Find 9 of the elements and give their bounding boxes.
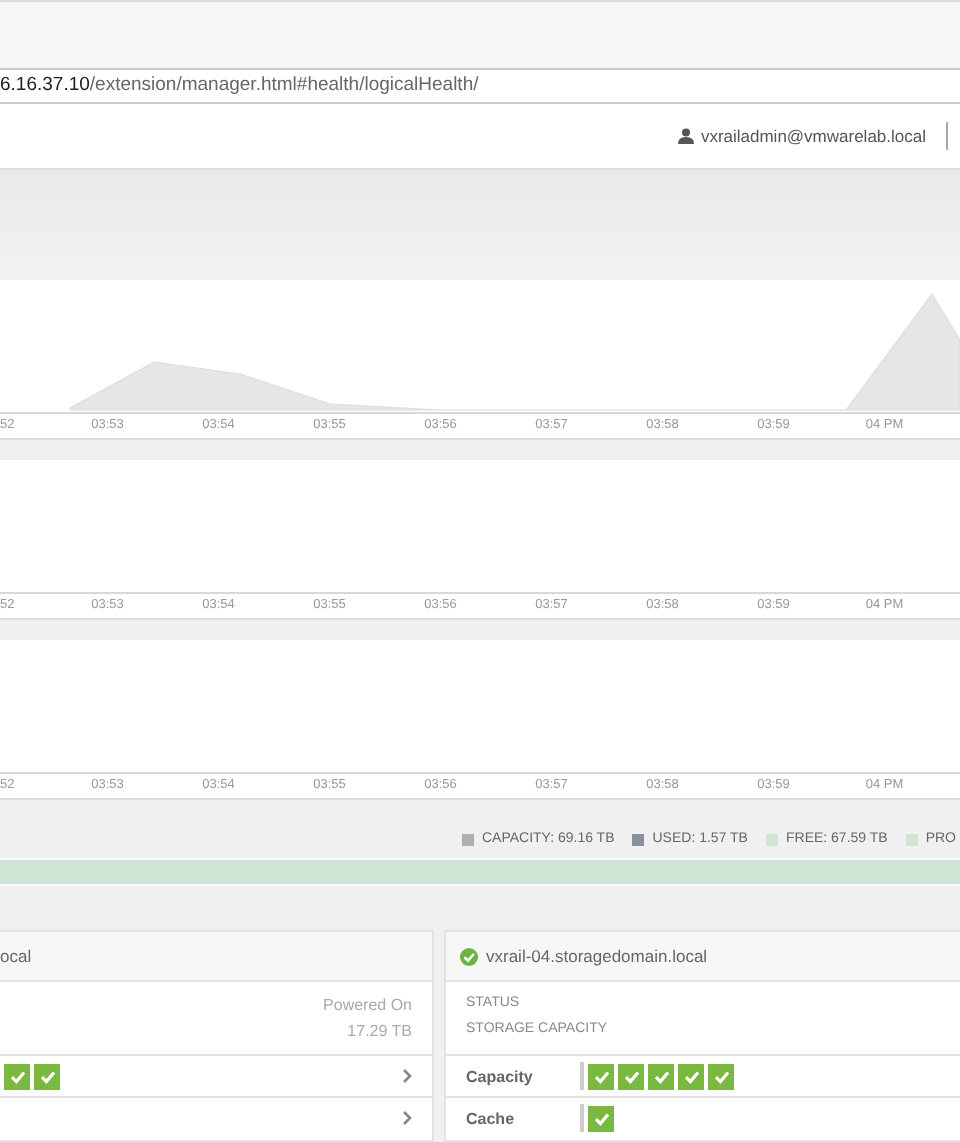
capacity-value: 17.29 TB: [347, 1022, 412, 1040]
user-icon: [678, 128, 695, 144]
address-bar[interactable]: 6.16.37.10/extension/manager.html#health/logicalHealth/: [0, 70, 960, 104]
host-name: vxrail-04.storagedomain.local: [486, 946, 708, 966]
status-value: Powered On: [323, 996, 412, 1014]
user-menu[interactable]: vxrailadmin@vmwarelab.local: [678, 126, 926, 146]
disk-group-label: Cache: [466, 1109, 517, 1127]
disk-group-label: Capacity: [466, 1067, 535, 1085]
host-name: ocal: [0, 946, 32, 966]
